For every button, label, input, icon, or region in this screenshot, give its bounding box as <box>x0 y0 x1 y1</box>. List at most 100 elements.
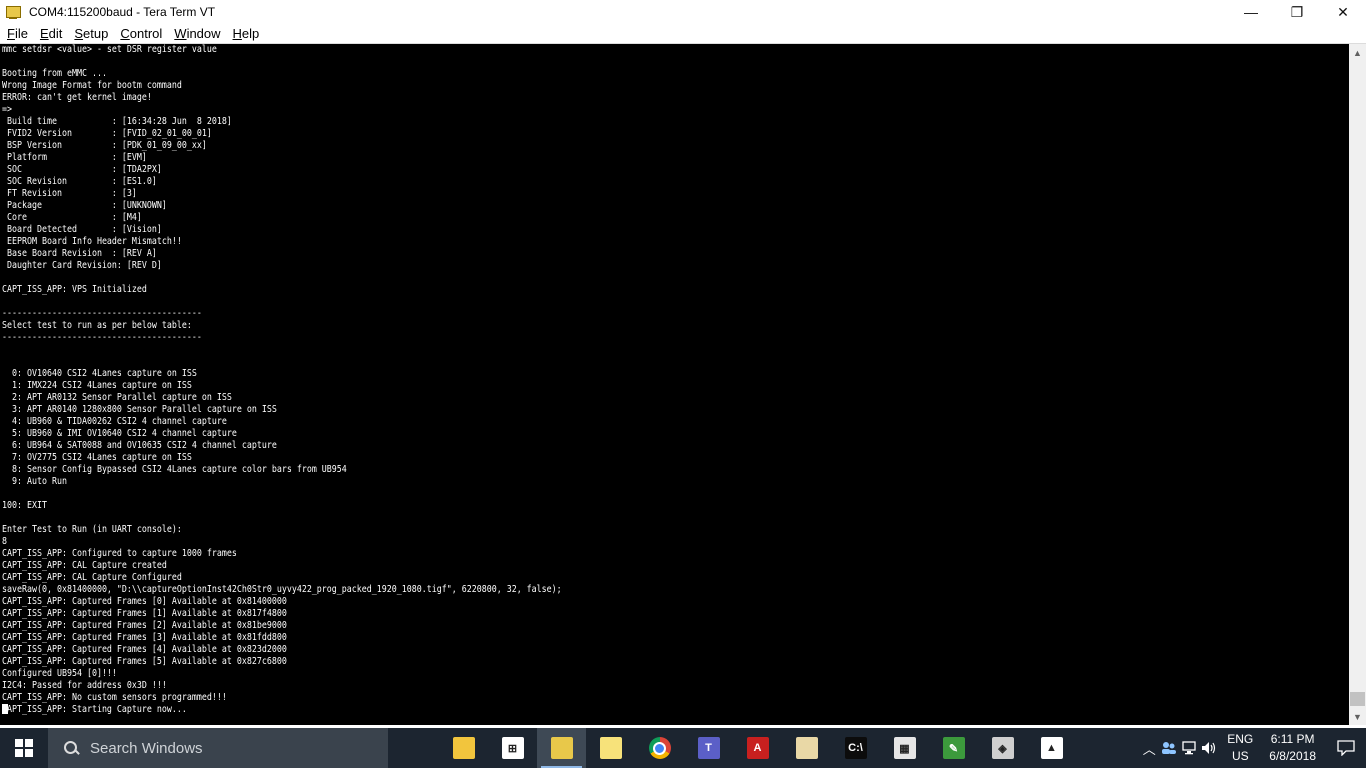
people-icon[interactable] <box>1159 728 1179 768</box>
editor-icon: ✎ <box>942 737 965 759</box>
taskbar-app-cube-app[interactable]: ◈ <box>978 728 1027 768</box>
clock-time: 6:11 PM <box>1270 732 1315 746</box>
store-icon: ⊞ <box>501 737 524 759</box>
terminal-line: 3: APT AR0140 1280x800 Sensor Parallel c… <box>2 404 277 415</box>
taskbar-app-tera-term[interactable] <box>537 728 586 768</box>
terminal-line: => <box>2 104 12 115</box>
terminal-line: Build time : [16:34:28 Jun 8 2018] <box>2 116 232 127</box>
terminal-line: CAPT_ISS_APP: CAL Capture created <box>2 560 167 571</box>
terminal-line: CAPT_ISS_APP: Captured Frames [1] Availa… <box>2 608 287 619</box>
minimize-button[interactable]: — <box>1228 0 1274 24</box>
window-title: COM4:115200baud - Tera Term VT <box>29 5 216 19</box>
terminal-line: CAPT_ISS_APP: Starting Capture now... <box>2 704 187 715</box>
scrollbar-thumb[interactable] <box>1350 692 1365 706</box>
menu-window[interactable]: Window <box>167 26 225 41</box>
terminal-line: ERROR: can't get kernel image! <box>2 92 152 103</box>
menu-setup[interactable]: Setup <box>67 26 113 41</box>
taskbar-app-file-explorer[interactable] <box>439 728 488 768</box>
terminal-line: 100: EXIT <box>2 500 47 511</box>
terminal-line: CAPT_ISS_APP: No custom sensors programm… <box>2 692 227 703</box>
terminal-line: Platform : [EVM] <box>2 152 147 163</box>
terminal-line: CAPT_ISS_APP: Captured Frames [5] Availa… <box>2 656 287 667</box>
tera-term-icon <box>550 737 573 759</box>
show-hidden-icons-chevron-icon[interactable]: ︿ <box>1139 728 1159 768</box>
input-language-indicator[interactable]: ENG US <box>1227 731 1253 765</box>
taskbar-pinned-apps: ⊞ T A C:\ ▦ ✎ ◈ ▲ <box>390 728 1076 768</box>
terminal-line: CAPT_ISS_APP: Captured Frames [4] Availa… <box>2 644 287 655</box>
terminal-line: I2C4: Passed for address 0x3D !!! <box>2 680 167 691</box>
scroll-down-arrow-icon[interactable]: ▼ <box>1349 708 1366 725</box>
terminal-line: SOC : [TDA2PX] <box>2 164 162 175</box>
taskbar-app-acrobat[interactable]: A <box>733 728 782 768</box>
taskbar-app-chrome[interactable] <box>635 728 684 768</box>
taskbar-app-paint[interactable] <box>782 728 831 768</box>
network-icon[interactable] <box>1179 728 1199 768</box>
terminal-line: 5: UB960 & IMI OV10640 CSI2 4 channel ca… <box>2 428 237 439</box>
action-center-button[interactable] <box>1326 728 1366 768</box>
terminal-line: CAPT_ISS_APP: VPS Initialized <box>2 284 147 295</box>
terminal-line: Wrong Image Format for bootm command <box>2 80 182 91</box>
acrobat-icon: A <box>746 737 769 759</box>
terminal-line: Daughter Card Revision: [REV D] <box>2 260 162 271</box>
menu-bar: File Edit Setup Control Window Help <box>0 24 1366 44</box>
file-explorer-icon <box>452 737 475 759</box>
terminal-line: Enter Test to Run (in UART console): <box>2 524 182 535</box>
terminal-line: 0: OV10640 CSI2 4Lanes capture on ISS <box>2 368 197 379</box>
photos-icon: ▲ <box>1040 737 1063 759</box>
terminal-line: Package : [UNKNOWN] <box>2 200 167 211</box>
paint-icon <box>795 737 818 759</box>
terminal-cursor <box>2 704 8 714</box>
terminal-line: CAPT_ISS_APP: Captured Frames [2] Availa… <box>2 620 287 631</box>
chrome-icon <box>648 737 671 759</box>
menu-edit[interactable]: Edit <box>33 26 67 41</box>
terminal-line: CAPT_ISS_APP: Captured Frames [0] Availa… <box>2 596 287 607</box>
maximize-button[interactable]: ❐ <box>1274 0 1320 24</box>
taskbar-app-photos[interactable]: ▲ <box>1027 728 1076 768</box>
taskbar-app-task-view[interactable] <box>390 728 439 768</box>
terminal-line: 9: Auto Run <box>2 476 67 487</box>
terminal-line: Configured UB954 [0]!!! <box>2 668 117 679</box>
terminal-line: saveRaw(0, 0x81400000, "D:\\captureOptio… <box>2 584 562 595</box>
terminal-line: FT Revision : [3] <box>2 188 137 199</box>
taskbar-search-box[interactable]: Search Windows <box>48 728 388 768</box>
title-bar[interactable]: COM4:115200baud - Tera Term VT — ❐ ✕ <box>0 0 1366 24</box>
taskbar-app-command-prompt[interactable]: C:\ <box>831 728 880 768</box>
terminal-output: mmc setdsr <value> - set DSR register va… <box>2 44 562 716</box>
terminal-line: ---------------------------------------- <box>2 308 202 319</box>
cube-app-icon: ◈ <box>991 737 1014 759</box>
clock-date: 6/8/2018 <box>1269 749 1316 763</box>
vertical-scrollbar[interactable]: ▲ ▼ <box>1349 44 1366 725</box>
terminal-line: CAPT_ISS_APP: Configured to capture 1000… <box>2 548 237 559</box>
taskbar: Search Windows ⊞ T A C:\ ▦ ✎ ◈ ▲ ︿ ENG US 6:11 … <box>0 728 1366 768</box>
taskbar-app-calculator[interactable]: ▦ <box>880 728 929 768</box>
terminal-line: ---------------------------------------- <box>2 332 202 343</box>
terminal-line: SOC Revision : [ES1.0] <box>2 176 157 187</box>
system-tray: ︿ ENG US 6:11 PM 6/8/2018 <box>1139 728 1366 768</box>
menu-control[interactable]: Control <box>113 26 167 41</box>
terminal-line: CAPT_ISS_APP: Captured Frames [3] Availa… <box>2 632 287 643</box>
windows-logo-icon <box>15 739 33 757</box>
volume-icon[interactable] <box>1199 728 1219 768</box>
taskbar-clock[interactable]: 6:11 PM 6/8/2018 <box>1269 731 1316 765</box>
taskbar-app-sticky-notes[interactable] <box>586 728 635 768</box>
menu-help[interactable]: Help <box>226 26 265 41</box>
terminal-line: Board Detected : [Vision] <box>2 224 162 235</box>
menu-file[interactable]: File <box>0 26 33 41</box>
close-button[interactable]: ✕ <box>1320 0 1366 24</box>
scroll-up-arrow-icon[interactable]: ▲ <box>1349 44 1366 61</box>
calculator-icon: ▦ <box>893 737 916 759</box>
start-button[interactable] <box>0 728 48 768</box>
search-placeholder: Search Windows <box>90 739 203 757</box>
terminal-line: 6: UB964 & SAT0088 and OV10635 CSI2 4 ch… <box>2 440 277 451</box>
window-controls: — ❐ ✕ <box>1228 0 1366 24</box>
sticky-notes-icon <box>599 737 622 759</box>
taskbar-app-store[interactable]: ⊞ <box>488 728 537 768</box>
tera-term-app-icon[interactable] <box>5 4 21 20</box>
taskbar-app-editor[interactable]: ✎ <box>929 728 978 768</box>
terminal-line: Booting from eMMC ... <box>2 68 107 79</box>
terminal-area[interactable]: mmc setdsr <value> - set DSR register va… <box>0 44 1349 725</box>
terminal-line: 8: Sensor Config Bypassed CSI2 4Lanes ca… <box>2 464 347 475</box>
teams-icon: T <box>697 737 720 759</box>
taskbar-app-teams[interactable]: T <box>684 728 733 768</box>
terminal-line: 2: APT AR0132 Sensor Parallel capture on… <box>2 392 232 403</box>
